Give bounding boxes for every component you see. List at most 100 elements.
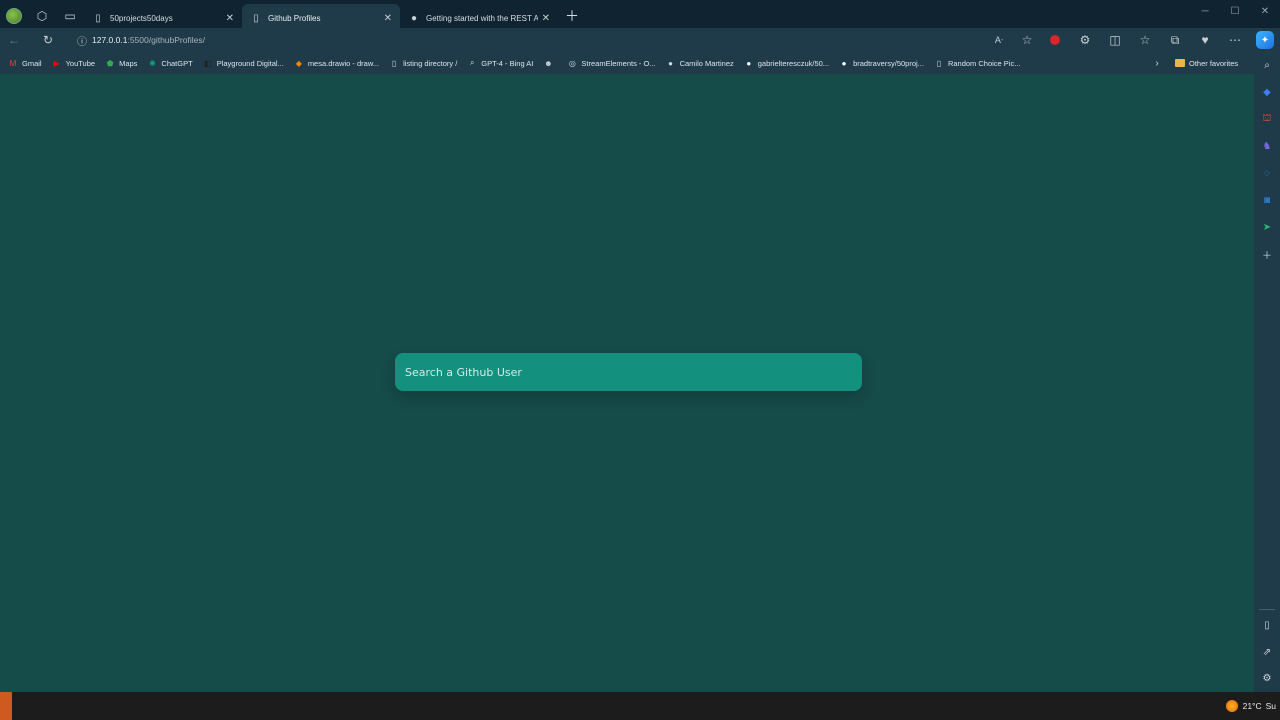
browser-window: ⬡ ▭ ▯ 50projects50days ✕ ▯ Github Profil… — [0, 0, 1280, 692]
new-tab-button[interactable]: ＋ — [560, 4, 584, 28]
page-icon: ▯ — [936, 58, 942, 68]
bookmark-item[interactable]: ▯ listing directory / — [389, 58, 457, 68]
site-info-icon[interactable]: ⓘ — [72, 33, 92, 48]
github-icon: ● — [746, 58, 752, 68]
search-input[interactable] — [395, 353, 862, 391]
close-icon[interactable]: ✕ — [542, 13, 550, 24]
bookmark-label: YouTube — [65, 58, 96, 68]
reload-icon[interactable]: ↻ — [34, 28, 62, 52]
bookmark-item[interactable]: ⬟ Maps — [105, 58, 138, 68]
read-aloud-icon[interactable]: Aᐧ — [985, 28, 1013, 52]
bookmark-item[interactable]: ◆ mesa.drawio - draw... — [294, 58, 379, 68]
sidebar-panel-icon[interactable]: ▯ — [1254, 612, 1280, 639]
page-icon: ▯ — [253, 12, 259, 24]
bookmark-label: bradtraversy/50proj... — [853, 58, 924, 68]
github-icon: ● — [841, 58, 847, 68]
tools-icon[interactable]: ⛫ — [1254, 106, 1280, 133]
youtube-icon: ▶ — [53, 58, 60, 68]
other-favorites-label: Other favorites — [1189, 58, 1239, 68]
bookmark-label: Maps — [119, 58, 138, 68]
folder-icon — [1175, 59, 1185, 67]
bookmark-label: Random Choice Pic... — [947, 58, 1021, 68]
search-form — [395, 353, 862, 391]
bookmark-item[interactable]: ◧ Playground Digital... — [203, 58, 284, 68]
page-icon: ▯ — [391, 58, 397, 68]
address-bar-tools: Aᐧ ☆ — [985, 28, 1041, 52]
back-icon[interactable]: ← — [0, 28, 28, 52]
copilot-icon: ✦ — [1256, 31, 1274, 49]
chatgpt-icon: ✺ — [149, 58, 156, 68]
outlook-icon[interactable]: ◙ — [1254, 187, 1280, 214]
add-icon[interactable]: ＋ — [1254, 241, 1280, 268]
bookmark-label: Playground Digital... — [216, 58, 284, 68]
close-window-icon[interactable]: ✕ — [1250, 0, 1280, 22]
collections-icon[interactable]: ⧉ — [1160, 28, 1190, 52]
maximize-icon[interactable]: ☐ — [1220, 0, 1250, 22]
address-bar[interactable]: ⓘ 127.0.0.1:5500/githubProfiles/ — [72, 30, 1042, 50]
weather-extra: Su — [1265, 701, 1276, 711]
microsoft365-icon[interactable]: ◌ — [1254, 160, 1280, 187]
bookmark-item[interactable]: ◎ StreamElements - O... — [567, 58, 656, 68]
bookmark-label: StreamElements - O... — [581, 58, 656, 68]
search-icon[interactable]: ⌕ — [1254, 52, 1280, 79]
record-dot — [1050, 35, 1060, 45]
extensions-icon[interactable]: ⚙ — [1070, 28, 1100, 52]
open-external-icon[interactable]: ⇗ — [1254, 639, 1280, 666]
settings-gear-icon[interactable]: ⚙ — [1254, 665, 1280, 692]
shopping-icon[interactable]: ◆ — [1254, 79, 1280, 106]
bookmark-label: gabrielteresczuk/50... — [757, 58, 830, 68]
favorite-star-icon[interactable]: ☆ — [1013, 28, 1041, 52]
games-icon[interactable]: ♞ — [1254, 133, 1280, 160]
bookmark-item[interactable]: ● gabrielteresczuk/50... — [744, 58, 829, 68]
more-menu-icon[interactable]: ⋯ — [1220, 28, 1250, 52]
tab-title: 50projects50days — [110, 13, 173, 23]
copilot-button[interactable]: ✦ — [1250, 28, 1280, 52]
weather-sun-icon — [1225, 700, 1238, 712]
close-icon[interactable]: ✕ — [226, 13, 234, 24]
window-controls: ─ ☐ ✕ — [1190, 0, 1280, 22]
github-icon: ● — [410, 12, 418, 24]
send-icon[interactable]: ➤ — [1254, 214, 1280, 241]
start-button[interactable] — [0, 692, 12, 720]
bookmark-item[interactable]: ● Camilo Martinez — [666, 58, 734, 68]
record-extension-icon[interactable] — [1040, 28, 1070, 52]
url-path: :5500/githubProfiles/ — [127, 35, 205, 45]
bookmark-item[interactable]: ⌕ GPT-4 - Bing AI — [467, 58, 533, 68]
bookmark-label: mesa.drawio - draw... — [307, 58, 380, 68]
bookmark-item[interactable]: ● bradtraversy/50proj... — [839, 58, 924, 68]
split-screen-icon[interactable]: ◫ — [1100, 28, 1130, 52]
streamelements-icon: ◎ — [568, 58, 576, 68]
toolbar-right: ⚙ ◫ ☆ ⧉ ♥ ⋯ ✦ — [1040, 28, 1280, 52]
bookmark-item[interactable]: ☻ — [543, 58, 557, 68]
minimize-icon[interactable]: ─ — [1190, 0, 1220, 22]
bookmarks-overflow-chevron-icon[interactable]: › — [1150, 52, 1164, 74]
other-favorites[interactable]: Other favorites — [1175, 52, 1238, 74]
bookmark-item[interactable]: ▶ YouTube — [52, 58, 96, 68]
tab-title: Github Profiles — [268, 13, 321, 23]
bookmark-item[interactable]: M Gmail — [8, 58, 42, 68]
person-icon: ● — [668, 58, 673, 68]
os-taskbar: 21°C Su — [0, 692, 1280, 720]
close-icon[interactable]: ✕ — [384, 13, 392, 24]
bookmark-item[interactable]: ✺ ChatGPT — [147, 58, 193, 68]
edge-sidebar: ⌕ ◆ ⛫ ♞ ◌ ◙ ➤ ＋ ▯ ⇗ ⚙ — [1254, 52, 1280, 692]
url-host: 127.0.0.1 — [92, 35, 128, 45]
bookmark-label: GPT-4 - Bing AI — [481, 58, 534, 68]
bookmark-label: Camilo Martinez — [679, 58, 734, 68]
bookmark-label: Gmail — [22, 58, 42, 68]
weather-temperature: 21°C — [1242, 701, 1262, 711]
bookmark-label: listing directory / — [403, 58, 458, 68]
search-icon: ⌕ — [470, 58, 475, 67]
favorites-icon[interactable]: ☆ — [1130, 28, 1160, 52]
tab-title: Getting started with the REST AP — [426, 13, 538, 23]
robot-icon: ☻ — [544, 58, 553, 68]
navigation-bar: ← ↻ ⓘ 127.0.0.1:5500/githubProfiles/ Aᐧ … — [0, 28, 1280, 52]
playground-icon: ◧ — [203, 58, 212, 68]
drawio-icon: ◆ — [295, 58, 302, 68]
weather-widget[interactable]: 21°C Su — [1225, 692, 1280, 720]
gmail-icon: M — [9, 58, 17, 68]
bookmarks-bar: M Gmail ▶ YouTube ⬟ Maps ✺ ChatGPT ◧ Playground D… — [0, 52, 1280, 74]
bookmark-item[interactable]: ▯ Random Choice Pic... — [934, 58, 1021, 68]
page-viewport — [0, 74, 1254, 692]
browser-essentials-icon[interactable]: ♥ — [1190, 28, 1220, 52]
